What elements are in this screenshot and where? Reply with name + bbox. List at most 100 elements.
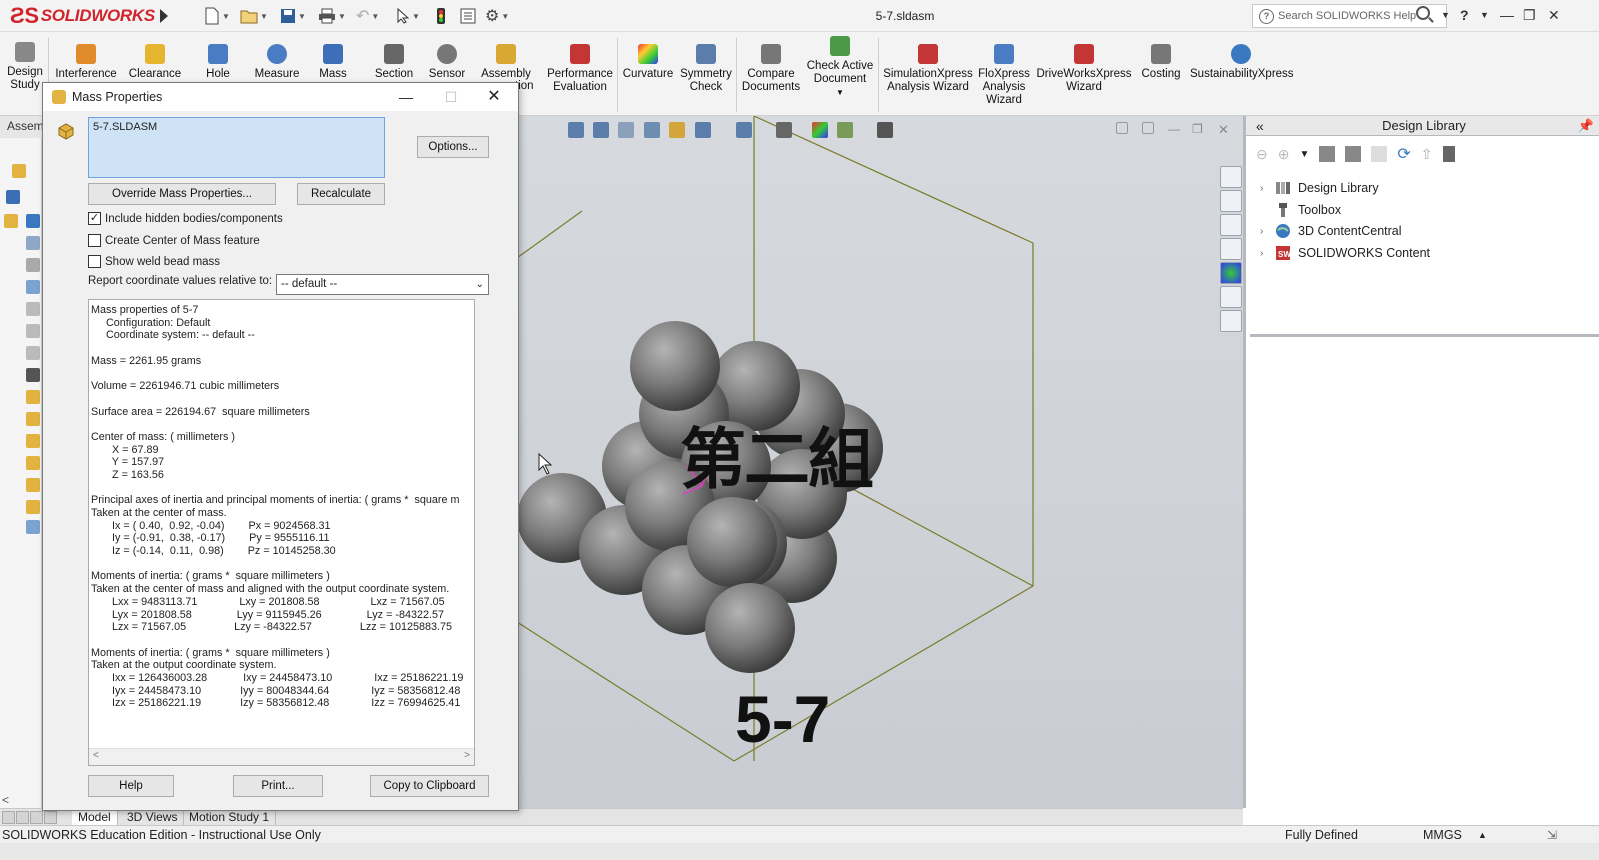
zoom-to-fit-icon[interactable] (568, 122, 584, 138)
display-style-icon[interactable] (736, 122, 752, 138)
symmetry-check-button[interactable]: Symmetry Check (680, 44, 732, 94)
edit-appearance-icon[interactable] (812, 122, 828, 138)
file-explorer-icon[interactable] (1220, 214, 1242, 236)
plane-icon[interactable] (26, 324, 40, 338)
chevron-down-icon[interactable]: ⌄ (476, 275, 484, 294)
sensor-button[interactable]: Sensor (424, 44, 470, 81)
measure-button[interactable]: Measure (250, 44, 304, 81)
dialog-maximize-icon[interactable]: ☐ (431, 83, 471, 111)
history-icon[interactable] (26, 236, 40, 250)
component-icon[interactable] (26, 500, 40, 514)
minimize-app-icon[interactable]: — (1500, 7, 1514, 23)
floxpress-button[interactable]: FloXpress Analysis Wizard (976, 44, 1032, 107)
copy-to-clipboard-button[interactable]: Copy to Clipboard (370, 775, 489, 797)
dynamic-annotation-icon[interactable] (669, 122, 685, 138)
dialog-title-bar[interactable]: Mass Properties — ☐ ✕ (43, 83, 518, 111)
component-icon[interactable] (26, 390, 40, 404)
selection-list[interactable]: 5-7.SLDASM (88, 117, 385, 178)
performance-evaluation-button[interactable]: Performance Evaluation (546, 44, 614, 94)
scroll-left-icon[interactable]: < (2, 793, 9, 807)
folder-icon[interactable] (1371, 146, 1388, 162)
prev-tab-icon[interactable] (16, 811, 29, 824)
check-active-document-button[interactable]: Check Active Document ▼ (806, 36, 874, 99)
selection-item[interactable]: 5-7.SLDASM (93, 121, 157, 133)
coordinate-system-select[interactable]: -- default -- ⌄ (276, 274, 489, 295)
annotation-a-icon[interactable] (26, 280, 40, 294)
dialog-close-icon[interactable]: ✕ (474, 83, 514, 111)
plane-icon[interactable] (26, 302, 40, 316)
select-cursor-icon[interactable]: ▼ (396, 5, 420, 27)
driveworksxpress-button[interactable]: DriveWorksXpress Wizard (1036, 44, 1132, 94)
tab-assembly[interactable]: Assem (0, 116, 44, 138)
print-button[interactable]: Print... (233, 775, 323, 797)
forum-icon[interactable] (1220, 310, 1242, 332)
collapse-pane-icon[interactable]: « (1256, 116, 1264, 136)
tab-scroll-arrows[interactable] (2, 811, 68, 824)
simulationxpress-button[interactable]: SimulationXpress Analysis Wizard (882, 44, 974, 94)
component-icon[interactable] (26, 412, 40, 426)
mass-properties-button[interactable]: Mass (312, 44, 354, 81)
viewport-split-icon[interactable] (1142, 122, 1154, 134)
help-menu-icon[interactable]: ? (1460, 7, 1469, 23)
back-icon[interactable]: ⊖ (1256, 146, 1268, 163)
filter-icon[interactable] (6, 190, 20, 204)
mass-properties-results[interactable]: Mass properties of 5-7 Configuration: De… (88, 299, 475, 766)
tab-motion-study-1[interactable]: Motion Study 1 (183, 809, 277, 826)
tree-item-toolbox[interactable]: Toolbox (1260, 202, 1341, 218)
component-icon[interactable] (26, 434, 40, 448)
center-of-mass-row[interactable]: Create Center of Mass feature (88, 234, 260, 247)
first-tab-icon[interactable] (2, 811, 15, 824)
design-study-button[interactable]: Design Study (4, 42, 46, 92)
tree-item-design-library[interactable]: › Design Library (1260, 180, 1379, 196)
last-tab-icon[interactable] (44, 811, 57, 824)
close-doc-icon[interactable]: ✕ (1218, 122, 1234, 138)
pin-icon[interactable]: 📌 (1578, 116, 1594, 136)
include-hidden-row[interactable]: ✓ Include hidden bodies/components (88, 212, 283, 225)
apply-scene-icon[interactable] (837, 122, 853, 138)
options-gear-icon[interactable]: ⚙ ▼ (485, 5, 509, 27)
help-dropdown-icon[interactable]: ▼ (1480, 10, 1489, 20)
assembly-icon[interactable] (12, 164, 26, 178)
weld-bead-checkbox[interactable] (88, 255, 101, 268)
center-of-mass-checkbox[interactable] (88, 234, 101, 247)
units-selector[interactable]: MMGS (1423, 826, 1462, 844)
sustainabilityxpress-button[interactable]: SustainabilityXpress (1190, 44, 1294, 81)
file-properties-icon[interactable] (460, 5, 476, 27)
horizontal-scrollbar[interactable]: < > (89, 748, 474, 765)
options-button[interactable]: Options... (417, 136, 489, 158)
restore-doc-icon[interactable]: ❐ (1192, 122, 1208, 138)
compare-documents-button[interactable]: Compare Documents (740, 44, 802, 94)
tab-model[interactable]: Model (72, 809, 118, 826)
assembly-root-icon[interactable] (4, 214, 18, 228)
restore-app-icon[interactable]: ❐ (1523, 7, 1536, 24)
hole-button[interactable]: Hole (196, 44, 240, 81)
plane-icon[interactable] (26, 346, 40, 360)
zoom-to-area-icon[interactable] (593, 122, 609, 138)
minimize-doc-icon[interactable]: — (1168, 122, 1184, 138)
save-icon[interactable]: ▼ (280, 5, 306, 27)
toolbox-tool-icon[interactable] (1442, 146, 1455, 162)
view-orientation-icon[interactable] (695, 122, 711, 138)
section-view-icon[interactable] (644, 122, 660, 138)
help-button[interactable]: Help (88, 775, 174, 797)
component-icon[interactable] (26, 478, 40, 492)
include-hidden-checkbox[interactable]: ✓ (88, 212, 101, 225)
previous-view-icon[interactable] (618, 122, 634, 138)
recalculate-button[interactable]: Recalculate (297, 183, 385, 205)
pane-splitter[interactable] (1250, 334, 1599, 337)
scroll-left-icon[interactable]: < (93, 750, 99, 761)
assembly-visualization-button[interactable]: Assembly (478, 44, 534, 81)
add-file-location-icon[interactable] (1319, 146, 1336, 162)
costing-button[interactable]: Costing (1136, 44, 1186, 81)
open-document-icon[interactable]: ▼ (240, 5, 268, 27)
curvature-button[interactable]: Curvature (622, 44, 674, 81)
clearance-button[interactable]: Clearance (124, 44, 186, 81)
view-palette-icon[interactable] (1220, 238, 1242, 260)
dialog-minimize-icon[interactable]: — (386, 83, 426, 111)
tree-item-solidworks-content[interactable]: › SW SOLIDWORKS Content (1260, 245, 1430, 261)
override-mass-properties-button[interactable]: Override Mass Properties... (88, 183, 276, 205)
view-settings-icon[interactable] (877, 122, 893, 138)
solidworks-logo[interactable]: ƧS SOLIDWORKS (10, 2, 155, 30)
sensors-icon[interactable] (26, 214, 40, 228)
tab-3d-views[interactable]: 3D Views (121, 809, 185, 826)
